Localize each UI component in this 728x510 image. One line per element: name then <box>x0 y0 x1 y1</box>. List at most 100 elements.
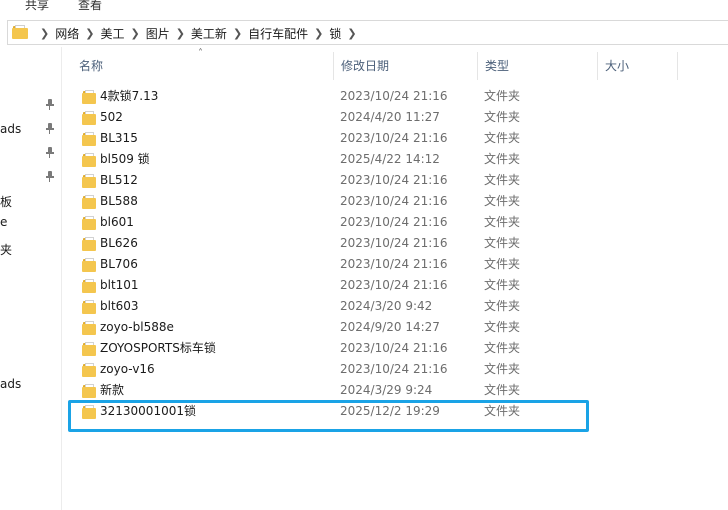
column-size[interactable]: 大小 <box>598 52 678 80</box>
chevron-right-icon[interactable]: ❯ <box>347 27 356 40</box>
file-type: 文件夹 <box>484 173 521 187</box>
chevron-right-icon[interactable]: ❯ <box>85 27 94 40</box>
folder-icon <box>82 236 96 251</box>
pin-icon[interactable] <box>45 99 54 110</box>
file-date: 2023/10/24 21:16 <box>340 362 448 376</box>
file-date: 2023/10/24 21:16 <box>340 278 448 292</box>
file-date: 2023/10/24 21:16 <box>340 194 448 208</box>
folder-icon <box>82 152 96 167</box>
ribbon: 共享 查看 <box>0 0 728 14</box>
list-item[interactable]: bl601 2023/10/24 21:16 文件夹 <box>62 212 728 233</box>
file-name: zoyo-v16 <box>100 362 155 376</box>
file-name: BL315 <box>100 131 138 145</box>
list-item[interactable]: BL626 2023/10/24 21:16 文件夹 <box>62 233 728 254</box>
folder-icon <box>82 110 96 125</box>
file-date: 2024/3/20 9:42 <box>340 299 433 313</box>
file-name: blt603 <box>100 299 139 313</box>
file-date: 2024/4/20 11:27 <box>340 110 440 124</box>
breadcrumb-item[interactable]: 图片 <box>146 25 170 42</box>
file-type: 文件夹 <box>484 194 521 208</box>
folder-icon <box>82 173 96 188</box>
tab-share[interactable]: 共享 <box>25 0 49 13</box>
list-item[interactable]: BL315 2023/10/24 21:16 文件夹 <box>62 128 728 149</box>
file-type: 文件夹 <box>484 278 521 292</box>
list-item[interactable]: ZOYOSPORTS标车锁 2023/10/24 21:16 文件夹 <box>62 338 728 359</box>
file-type: 文件夹 <box>484 215 521 229</box>
breadcrumb-item[interactable]: 网络 <box>55 25 79 42</box>
nav-item-downloads[interactable]: ads <box>0 377 21 391</box>
file-type: 文件夹 <box>484 131 521 145</box>
file-name: BL626 <box>100 236 138 250</box>
folder-icon <box>82 320 96 335</box>
list-item[interactable]: zoyo-bl588e 2024/9/20 14:27 文件夹 <box>62 317 728 338</box>
nav-item[interactable]: e <box>0 215 7 229</box>
file-name: BL512 <box>100 173 138 187</box>
file-date: 2023/10/24 21:16 <box>340 89 448 103</box>
navigation-pane: ads 板 e 夹 ads <box>0 47 62 510</box>
nav-item-folder[interactable]: 夹 <box>0 241 12 258</box>
file-date: 2023/10/24 21:16 <box>340 173 448 187</box>
list-item[interactable]: BL706 2023/10/24 21:16 文件夹 <box>62 254 728 275</box>
chevron-right-icon[interactable]: ❯ <box>314 27 323 40</box>
file-type: 文件夹 <box>484 257 521 271</box>
chevron-right-icon[interactable]: ❯ <box>233 27 242 40</box>
list-item[interactable]: 4款锁7.13 2023/10/24 21:16 文件夹 <box>62 86 728 107</box>
file-name: 新款 <box>100 383 125 397</box>
file-name: 502 <box>100 110 123 124</box>
list-item[interactable]: zoyo-v16 2023/10/24 21:16 文件夹 <box>62 359 728 380</box>
chevron-right-icon[interactable]: ❯ <box>176 27 185 40</box>
column-date-modified[interactable]: 修改日期 <box>334 52 478 80</box>
folder-icon <box>82 89 96 104</box>
list-item[interactable]: 新款 2024/3/29 9:24 文件夹 <box>62 380 728 401</box>
file-date: 2023/10/24 21:16 <box>340 131 448 145</box>
breadcrumb-item[interactable]: 美工 <box>100 25 124 42</box>
folder-icon <box>12 25 28 39</box>
folder-icon <box>82 404 96 419</box>
folder-icon <box>82 299 96 314</box>
folder-icon <box>82 194 96 209</box>
file-date: 2025/12/2 19:29 <box>340 404 440 418</box>
file-date: 2023/10/24 21:16 <box>340 215 448 229</box>
pin-icon[interactable] <box>45 123 54 134</box>
list-item[interactable]: BL588 2023/10/24 21:16 文件夹 <box>62 191 728 212</box>
file-type: 文件夹 <box>484 404 521 418</box>
file-type: 文件夹 <box>484 110 521 124</box>
list-item[interactable]: blt101 2023/10/24 21:16 文件夹 <box>62 275 728 296</box>
column-header: 名称 修改日期 类型 大小 <box>62 52 728 80</box>
column-name[interactable]: 名称 <box>72 52 334 80</box>
file-date: 2023/10/24 21:16 <box>340 257 448 271</box>
list-item-highlighted[interactable]: 32130001001锁 2025/12/2 19:29 文件夹 <box>62 401 728 422</box>
file-name: 32130001001锁 <box>100 404 196 418</box>
column-type[interactable]: 类型 <box>478 52 598 80</box>
breadcrumb-item[interactable]: 自行车配件 <box>248 25 308 42</box>
folder-icon <box>82 257 96 272</box>
file-name: blt101 <box>100 278 139 292</box>
folder-icon <box>82 131 96 146</box>
breadcrumb: ❯ 网络 ❯ 美工 ❯ 图片 ❯ 美工新 ❯ 自行车配件 ❯ 锁 ❯ <box>34 24 363 42</box>
address-bar[interactable]: ❯ 网络 ❯ 美工 ❯ 图片 ❯ 美工新 ❯ 自行车配件 ❯ 锁 ❯ <box>7 20 728 45</box>
chevron-right-icon[interactable]: ❯ <box>130 27 139 40</box>
file-date: 2023/10/24 21:16 <box>340 341 448 355</box>
file-date: 2024/9/20 14:27 <box>340 320 440 334</box>
list-item[interactable]: 502 2024/4/20 11:27 文件夹 <box>62 107 728 128</box>
list-item[interactable]: BL512 2023/10/24 21:16 文件夹 <box>62 170 728 191</box>
file-type: 文件夹 <box>484 383 521 397</box>
file-name: ZOYOSPORTS标车锁 <box>100 341 216 355</box>
file-type: 文件夹 <box>484 362 521 376</box>
folder-icon <box>82 362 96 377</box>
nav-item-downloads[interactable]: ads <box>0 122 21 136</box>
file-type: 文件夹 <box>484 320 521 334</box>
folder-icon <box>82 383 96 398</box>
pin-icon[interactable] <box>45 171 54 182</box>
file-date: 2023/10/24 21:16 <box>340 236 448 250</box>
tab-view[interactable]: 查看 <box>78 0 102 13</box>
file-type: 文件夹 <box>484 89 521 103</box>
nav-item-board[interactable]: 板 <box>0 193 12 210</box>
breadcrumb-item[interactable]: 锁 <box>329 25 341 42</box>
breadcrumb-item[interactable]: 美工新 <box>191 25 227 42</box>
list-item[interactable]: bl509 锁 2025/4/22 14:12 文件夹 <box>62 149 728 170</box>
chevron-right-icon[interactable]: ❯ <box>40 27 49 40</box>
file-type: 文件夹 <box>484 236 521 250</box>
pin-icon[interactable] <box>45 147 54 158</box>
list-item[interactable]: blt603 2024/3/20 9:42 文件夹 <box>62 296 728 317</box>
